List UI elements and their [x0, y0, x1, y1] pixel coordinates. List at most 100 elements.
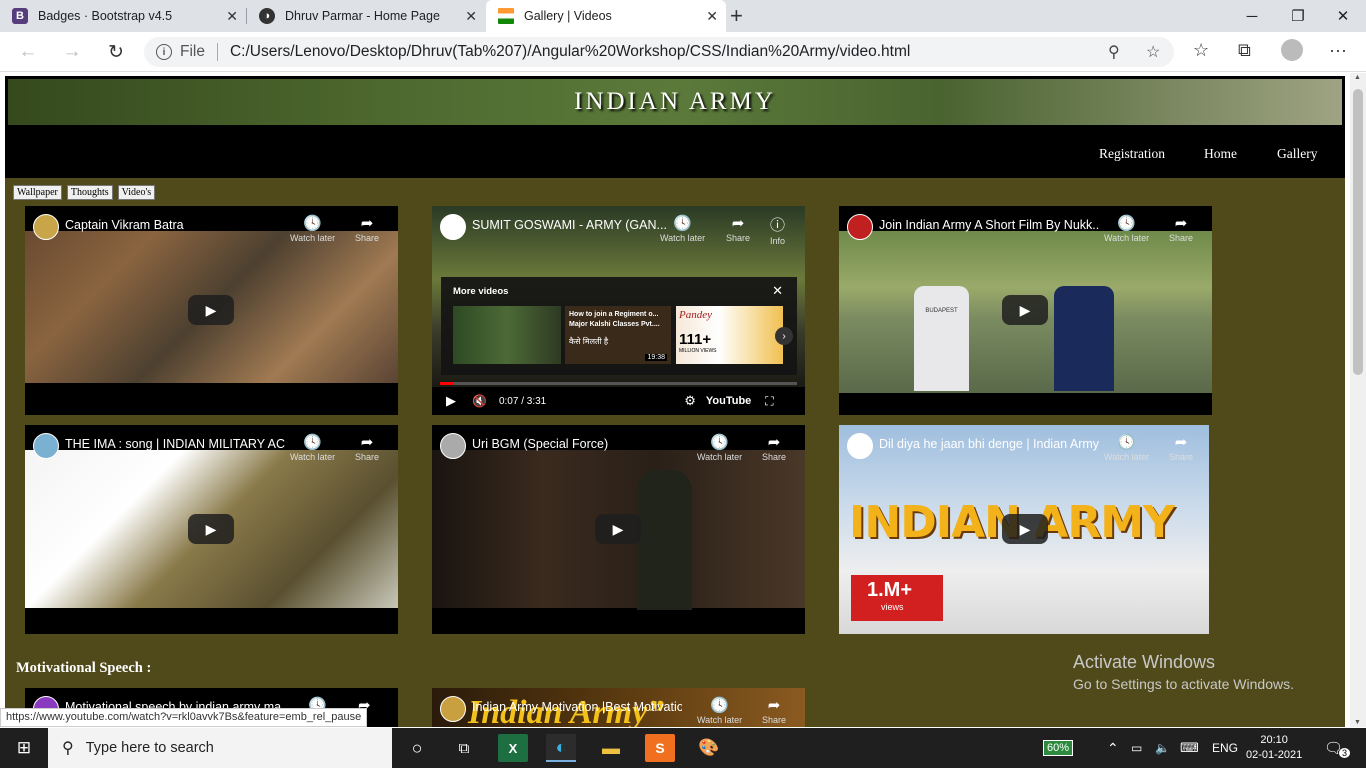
new-tab-icon[interactable]: +	[730, 3, 743, 29]
channel-avatar[interactable]	[440, 433, 466, 459]
watch-later-button[interactable]: 🕓 Watch later	[660, 214, 705, 243]
watch-later-button[interactable]: 🕓 Watch later	[697, 696, 742, 725]
task-view-icon[interactable]: ⧉	[449, 734, 479, 762]
share-button[interactable]: ➦ Share	[762, 433, 786, 462]
video-title[interactable]: SUMIT GOSWAMI - ARMY (GAN...	[472, 218, 692, 232]
watch-later-button[interactable]: 🕓 Watch later	[290, 214, 335, 243]
info-icon[interactable]: i	[156, 44, 172, 60]
share-button[interactable]: ➦ Share	[1169, 433, 1193, 462]
channel-avatar[interactable]	[440, 696, 466, 722]
refresh-icon[interactable]: ↻	[102, 38, 130, 66]
volume-icon[interactable]: 🔈	[1155, 728, 1170, 768]
watch-later-button[interactable]: 🕓 Watch later	[1104, 214, 1149, 243]
tab-bootstrap-badges[interactable]: B Badges · Bootstrap v4.5 ✕	[0, 0, 246, 32]
battery-icon[interactable]: ▭	[1131, 728, 1142, 768]
play-button[interactable]: ▶	[1002, 295, 1048, 325]
profile-avatar-icon[interactable]	[1281, 39, 1303, 61]
video-title[interactable]: Indian Army Motivation |Best Motivatio..…	[472, 700, 682, 714]
video-embed[interactable]: INDIAN ARMY 1.M+ views Dil diya he jaan …	[839, 425, 1209, 634]
videos-button[interactable]: Video's	[117, 185, 156, 200]
restore-icon[interactable]: ❐	[1275, 0, 1321, 32]
vertical-scrollbar[interactable]: ▲ ▼	[1350, 73, 1366, 727]
nav-home[interactable]: Home	[1204, 146, 1237, 162]
channel-avatar[interactable]	[33, 433, 59, 459]
mute-icon[interactable]: 🔇	[472, 394, 487, 408]
video-embed[interactable]: Captain Vikram Batra 🕓 Watch later ➦ Share…	[25, 206, 398, 415]
scroll-down-icon[interactable]: ▼	[1354, 719, 1361, 726]
file-explorer-icon[interactable]: ▬	[596, 734, 626, 762]
paint-icon[interactable]: 🎨	[694, 734, 724, 762]
taskbar-search[interactable]: ⚲ Type here to search	[48, 728, 392, 768]
clock[interactable]: 20:10 02-01-2021	[1246, 728, 1302, 768]
channel-avatar[interactable]	[440, 214, 466, 240]
language-indicator[interactable]: ENG	[1212, 728, 1238, 768]
share-button[interactable]: ➦ Share	[355, 214, 379, 243]
wallpaper-button[interactable]: Wallpaper	[13, 185, 62, 200]
scroll-up-icon[interactable]: ▲	[1354, 74, 1361, 81]
more-video-thumb-2[interactable]: How to join a Regiment o... Major Kalshi…	[565, 306, 671, 364]
nav-gallery[interactable]: Gallery	[1277, 146, 1317, 162]
excel-icon[interactable]: X	[498, 734, 528, 762]
minimize-icon[interactable]: ─	[1229, 0, 1275, 32]
play-button[interactable]: ▶	[595, 514, 641, 544]
progress-track[interactable]	[440, 382, 797, 385]
play-button[interactable]: ▶	[1002, 514, 1048, 544]
share-button[interactable]: ➦ Share	[726, 214, 750, 243]
tab-gallery-videos[interactable]: Gallery | Videos ✕	[486, 0, 726, 32]
thoughts-button[interactable]: Thoughts	[66, 185, 113, 200]
share-button[interactable]: ➦ Share	[1169, 214, 1193, 243]
favorites-icon[interactable]: ☆	[1193, 40, 1209, 61]
favorite-star-icon[interactable]: ☆	[1146, 42, 1160, 62]
video-embed[interactable]: Indian Army” Indian Army Motivation |Bes…	[432, 688, 805, 727]
url-text[interactable]: C:/Users/Lenovo/Desktop/Dhruv(Tab%207)/A…	[230, 43, 910, 61]
windows-start-icon[interactable]: ⊞	[9, 734, 39, 762]
close-tab-icon[interactable]: ✕	[465, 8, 477, 25]
sublime-text-icon[interactable]: S	[645, 734, 675, 762]
video-title[interactable]: THE IMA : song | INDIAN MILITARY AC...	[65, 437, 285, 451]
video-embed[interactable]: BUDAPEST Join Indian Army A Short Film B…	[839, 206, 1212, 415]
info-button[interactable]: ⓘ Info	[770, 214, 785, 246]
video-embed[interactable]: SUMIT GOSWAMI - ARMY (GAN... 🕓 Watch late…	[432, 206, 805, 415]
settings-gear-icon[interactable]: ⚙	[684, 393, 696, 409]
video-title[interactable]: Join Indian Army A Short Film By Nukk...	[879, 218, 1099, 232]
close-window-icon[interactable]: ✕	[1320, 0, 1366, 32]
back-icon[interactable]: ←	[14, 38, 42, 66]
nav-registration[interactable]: Registration	[1099, 146, 1165, 162]
video-embed[interactable]: Uri BGM (Special Force) 🕓 Watch later ➦ Sh…	[432, 425, 805, 634]
share-button[interactable]: ➦ Share	[355, 433, 379, 462]
chevron-up-icon[interactable]: ⌃	[1107, 728, 1119, 768]
notification-icon[interactable]: 🗨 3	[1324, 728, 1351, 768]
battery-indicator[interactable]: 60%	[1043, 728, 1074, 768]
chevron-right-icon[interactable]: ›	[775, 327, 793, 345]
forward-icon[interactable]: →	[58, 38, 86, 66]
more-video-thumb-3[interactable]: Pandey 111+ MILLION VIEWS	[676, 306, 783, 364]
video-title[interactable]: Uri BGM (Special Force)	[472, 437, 692, 451]
close-tab-icon[interactable]: ✕	[226, 8, 238, 25]
channel-avatar[interactable]	[847, 214, 873, 240]
channel-avatar[interactable]	[847, 433, 873, 459]
close-icon[interactable]: ✕	[772, 283, 783, 299]
video-title[interactable]: Dil diya he jaan bhi denge | Indian Army…	[879, 437, 1099, 451]
watch-later-button[interactable]: 🕓 Watch later	[697, 433, 742, 462]
watch-later-button[interactable]: 🕓 Watch later	[290, 433, 335, 462]
play-button[interactable]: ▶	[188, 514, 234, 544]
address-bar[interactable]: i File C:/Users/Lenovo/Desktop/Dhruv(Tab…	[144, 37, 1174, 67]
watch-later-button[interactable]: 🕓 Watch later	[1104, 433, 1149, 462]
channel-avatar[interactable]	[33, 214, 59, 240]
video-title[interactable]: Captain Vikram Batra	[65, 218, 285, 232]
more-video-thumb-1[interactable]	[453, 306, 561, 364]
cortana-icon[interactable]: ○	[402, 734, 432, 762]
play-button[interactable]: ▶	[188, 295, 234, 325]
keyboard-icon[interactable]: ⌨	[1180, 728, 1199, 768]
scrollbar-thumb[interactable]	[1353, 89, 1363, 375]
edge-icon[interactable]: ◐	[546, 734, 576, 762]
play-icon[interactable]: ▶	[446, 393, 456, 409]
zoom-icon[interactable]: ⚲	[1108, 42, 1120, 62]
more-menu-icon[interactable]: ···	[1329, 40, 1347, 61]
video-embed[interactable]: THE IMA : song | INDIAN MILITARY AC... 🕓…	[25, 425, 398, 634]
fullscreen-icon[interactable]: ⛶	[765, 394, 773, 409]
share-button[interactable]: ➦ Share	[762, 696, 786, 725]
tab-home-page[interactable]: ◑ Dhruv Parmar - Home Page ✕	[247, 0, 485, 32]
collections-icon[interactable]: ⧉	[1238, 40, 1251, 61]
youtube-logo[interactable]: YouTube	[706, 395, 751, 407]
